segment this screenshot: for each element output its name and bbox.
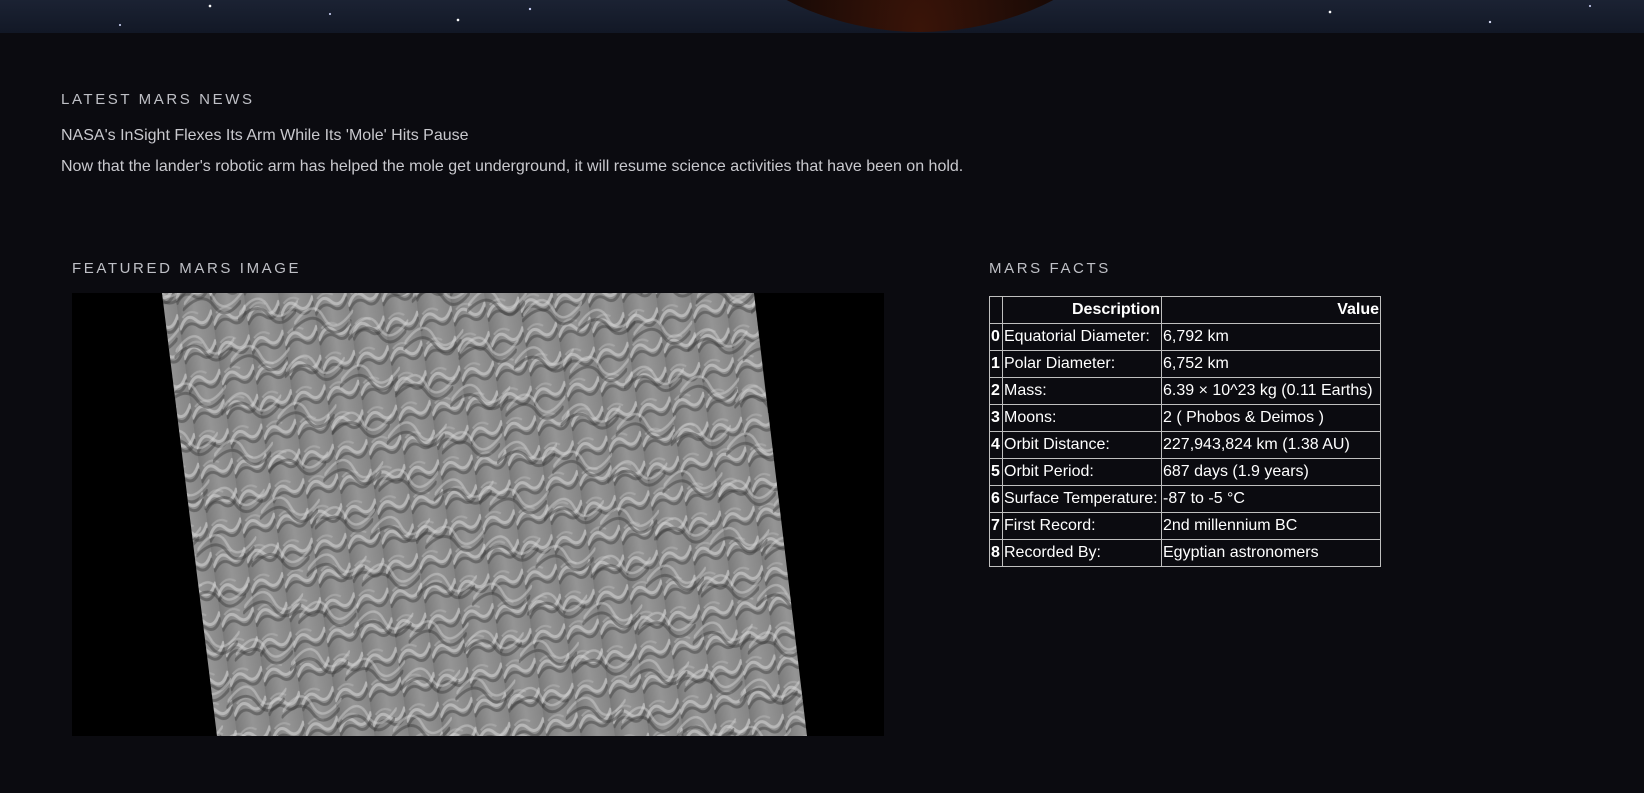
row-value: 6,752 km — [1161, 350, 1381, 378]
table-row: 7 First Record: 2nd millennium BC — [989, 512, 1381, 540]
table-row: 6 Surface Temperature: -87 to -5 °C — [989, 485, 1381, 513]
table-row: 2 Mass: 6.39 × 10^23 kg (0.11 Earths) — [989, 377, 1381, 405]
featured-image-title: FEATURED MARS IMAGE — [72, 260, 302, 277]
mars-planet-image — [660, 0, 1180, 32]
page: LATEST MARS NEWS NASA's InSight Flexes I… — [0, 0, 1644, 793]
news-headline: NASA's InSight Flexes Its Arm While Its … — [61, 127, 469, 144]
row-value: Egyptian astronomers — [1161, 539, 1381, 567]
row-description: Moons: — [1002, 404, 1162, 432]
row-description: Surface Temperature: — [1002, 485, 1162, 513]
row-value: 227,943,824 km (1.38 AU) — [1161, 431, 1381, 459]
row-description: Polar Diameter: — [1002, 350, 1162, 378]
news-teaser: Now that the lander's robotic arm has he… — [61, 158, 964, 175]
row-value: 6,792 km — [1161, 323, 1381, 351]
row-index: 6 — [989, 485, 1003, 513]
table-row: 5 Orbit Period: 687 days (1.9 years) — [989, 458, 1381, 486]
table-row: 0 Equatorial Diameter: 6,792 km — [989, 323, 1381, 351]
column-header-description: Description — [1002, 296, 1162, 324]
row-description: First Record: — [1002, 512, 1162, 540]
column-header-value: Value — [1161, 296, 1381, 324]
mars-facts-title: MARS FACTS — [989, 260, 1111, 277]
row-description: Recorded By: — [1002, 539, 1162, 567]
row-index: 8 — [989, 539, 1003, 567]
row-index: 1 — [989, 350, 1003, 378]
row-value: 2nd millennium BC — [1161, 512, 1381, 540]
row-value: 6.39 × 10^23 kg (0.11 Earths) — [1161, 377, 1381, 405]
row-index: 5 — [989, 458, 1003, 486]
row-value: -87 to -5 °C — [1161, 485, 1381, 513]
hero-banner — [0, 0, 1644, 33]
row-index: 3 — [989, 404, 1003, 432]
table-row: 3 Moons: 2 ( Phobos & Deimos ) — [989, 404, 1381, 432]
row-description: Equatorial Diameter: — [1002, 323, 1162, 351]
featured-mars-image — [72, 293, 884, 736]
row-description: Mass: — [1002, 377, 1162, 405]
row-description: Orbit Distance: — [1002, 431, 1162, 459]
row-value: 687 days (1.9 years) — [1161, 458, 1381, 486]
table-row: 4 Orbit Distance: 227,943,824 km (1.38 A… — [989, 431, 1381, 459]
row-index: 7 — [989, 512, 1003, 540]
table-row: 8 Recorded By: Egyptian astronomers — [989, 539, 1381, 567]
news-section-title: LATEST MARS NEWS — [61, 91, 255, 108]
dune-field-image — [162, 293, 807, 736]
column-header-index — [989, 296, 1003, 324]
row-value: 2 ( Phobos & Deimos ) — [1161, 404, 1381, 432]
row-index: 2 — [989, 377, 1003, 405]
row-index: 4 — [989, 431, 1003, 459]
mars-facts-table: Description Value 0 Equatorial Diameter:… — [989, 296, 1381, 567]
table-row: 1 Polar Diameter: 6,752 km — [989, 350, 1381, 378]
table-header-row: Description Value — [989, 296, 1381, 324]
row-index: 0 — [989, 323, 1003, 351]
row-description: Orbit Period: — [1002, 458, 1162, 486]
